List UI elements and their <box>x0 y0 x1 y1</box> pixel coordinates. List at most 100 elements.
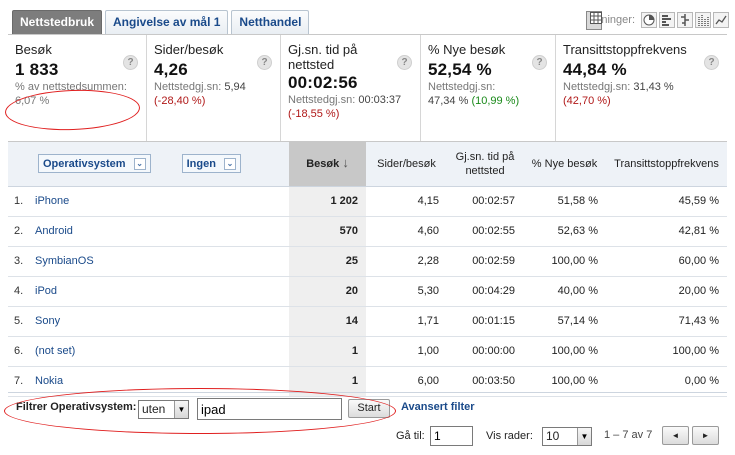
row-os-name[interactable]: (not set) <box>35 336 290 367</box>
col-header-nye-besok[interactable]: % Nye besøk <box>523 142 607 187</box>
cell-sider-besok: 4,60 <box>366 216 448 247</box>
tab-angivelse-av-mal[interactable]: Angivelse av mål 1 <box>105 10 229 34</box>
cell-sider-besok: 1,00 <box>366 336 448 367</box>
dropdown-arrow-icon: ▼ <box>174 401 188 418</box>
row-os-name[interactable]: iPod <box>35 276 290 307</box>
help-icon[interactable]: ? <box>257 55 272 70</box>
row-index: 2. <box>8 216 35 247</box>
col-header-besok[interactable]: Besøk ↓ <box>289 142 367 187</box>
cell-nye-besok: 40,00 % <box>523 276 607 307</box>
metric-value: 52,54 % <box>428 60 492 79</box>
dimension-secondary-select[interactable]: Ingen ⌄ <box>181 154 241 174</box>
row-os-name[interactable]: SymbianOS <box>35 246 290 277</box>
filter-mode-select[interactable]: uten ▼ <box>138 400 189 419</box>
compare-icon[interactable] <box>677 12 693 28</box>
cell-sider-besok: 5,30 <box>366 276 448 307</box>
metric-name: % Nye besøk <box>428 42 506 57</box>
advanced-filter-link[interactable]: Avansert filter <box>401 401 475 413</box>
col-header-transittstoppfrekvens[interactable]: Transittstoppfrekvens <box>606 142 728 187</box>
goto-input[interactable] <box>430 426 473 446</box>
cell-besok: 25 <box>289 246 367 277</box>
dropdown-arrow-icon: ▼ <box>577 428 591 445</box>
metric-sider-besok: Sider/besøk 4,26 Nettstedgj.sn: 5,94 (-2… <box>147 35 281 141</box>
table-icon[interactable] <box>586 10 603 30</box>
table-header: Operativsystem ⌄ Ingen ⌄ Besøk ↓ Sider/bes… <box>8 142 728 187</box>
metric-site-average: Nettstedgj.sn: 31,43 % <box>563 81 674 93</box>
row-os-name[interactable]: Sony <box>35 306 290 337</box>
cell-tid-pa-nettsted: 00:01:15 <box>447 306 524 337</box>
table-row: 1. iPhone 1 202 4,15 00:02:57 51,58 % 45,59 % <box>8 186 728 217</box>
help-icon[interactable]: ? <box>532 55 547 70</box>
row-index: 6. <box>8 336 35 367</box>
chevron-down-icon: ⌄ <box>223 157 236 170</box>
cell-nye-besok: 100,00 % <box>523 336 607 367</box>
cell-besok: 20 <box>289 276 367 307</box>
cell-tid-pa-nettsted: 00:02:57 <box>447 186 524 217</box>
prev-page-button[interactable]: ◄ <box>662 426 689 445</box>
cell-tid-pa-nettsted: 00:00:00 <box>447 336 524 367</box>
pivot-icon[interactable] <box>695 12 711 28</box>
metric-site-average: Nettstedgj.sn: 00:03:37 <box>288 94 402 106</box>
next-page-button[interactable]: ► <box>692 426 719 445</box>
metric-name: Transittstoppfrekvens <box>563 42 687 57</box>
views-selector: Visninger: <box>586 10 729 30</box>
goto-label: Gå til: <box>396 430 425 442</box>
tab-netthandel[interactable]: Netthandel <box>231 10 310 34</box>
col-header-sider-besok[interactable]: Sider/besøk <box>366 142 448 187</box>
cell-transittstoppfrekvens: 60,00 % <box>606 246 728 277</box>
filter-label: Filtrer Operativsystem: <box>16 401 137 413</box>
help-icon[interactable]: ? <box>123 55 138 70</box>
row-os-name[interactable]: iPhone <box>35 186 290 217</box>
metric-value: 4,26 <box>154 60 188 79</box>
dimension-header: Operativsystem ⌄ Ingen ⌄ <box>8 142 290 187</box>
metric-value: 1 833 <box>15 60 59 79</box>
metric-change: (-28,40 %) <box>154 95 206 107</box>
rows-per-page-select[interactable]: 10 ▼ <box>542 427 592 446</box>
row-index: 1. <box>8 186 35 217</box>
metric-value: 00:02:56 <box>288 73 358 92</box>
col-header-tid-pa-nettsted[interactable]: Gj.sn. tid på nettsted <box>447 142 524 187</box>
data-table: Operativsystem ⌄ Ingen ⌄ Besøk ↓ Sider/bes… <box>8 142 728 397</box>
cell-sider-besok: 2,28 <box>366 246 448 277</box>
table-row: 5. Sony 14 1,71 00:01:15 57,14 % 71,43 % <box>8 306 728 337</box>
chevron-down-icon: ⌄ <box>133 157 146 170</box>
pie-icon[interactable] <box>641 12 657 28</box>
metric-share-label: % av nettstedsummen: <box>15 81 127 93</box>
cell-nye-besok: 100,00 % <box>523 246 607 277</box>
row-os-name[interactable]: Android <box>35 216 290 247</box>
metric-tid-pa-nettsted: Gj.sn. tid på nettsted 00:02:56 Nettsted… <box>281 35 421 141</box>
cell-sider-besok: 4,15 <box>366 186 448 217</box>
metric-besok: Besøk 1 833 % av nettstedsummen: 6,07 % … <box>8 35 147 141</box>
cell-besok: 1 202 <box>289 186 367 217</box>
sort-desc-icon: ↓ <box>342 155 349 171</box>
metric-site-average: Nettstedgj.sn: <box>428 81 496 93</box>
cell-transittstoppfrekvens: 42,81 % <box>606 216 728 247</box>
table-body: 1. iPhone 1 202 4,15 00:02:57 51,58 % 45,59 % 2… <box>8 186 728 397</box>
metric-nye-besok: % Nye besøk 52,54 % Nettstedgj.sn: 47,34… <box>421 35 556 141</box>
help-icon[interactable]: ? <box>397 55 412 70</box>
rows-label: Vis rader: <box>486 430 533 442</box>
metric-share-value: 6,07 % <box>15 95 50 107</box>
cell-besok: 1 <box>289 336 367 367</box>
cell-sider-besok: 1,71 <box>366 306 448 337</box>
cell-transittstoppfrekvens: 45,59 % <box>606 186 728 217</box>
bar-icon[interactable] <box>659 12 675 28</box>
cell-transittstoppfrekvens: 20,00 % <box>606 276 728 307</box>
filter-start-button[interactable]: Start <box>348 399 390 418</box>
help-icon[interactable]: ? <box>704 55 719 70</box>
metric-site-average: Nettstedgj.sn: 5,94 <box>154 81 246 93</box>
table-row: 3. SymbianOS 25 2,28 00:02:59 100,00 % 60,00 % <box>8 246 728 277</box>
tab-nettstedbruk[interactable]: Nettstedbruk <box>12 10 103 34</box>
filter-input[interactable] <box>197 398 342 420</box>
cell-tid-pa-nettsted: 00:02:59 <box>447 246 524 277</box>
cell-nye-besok: 51,58 % <box>523 186 607 217</box>
cell-nye-besok: 57,14 % <box>523 306 607 337</box>
metric-name: Gj.sn. tid på nettsted <box>288 42 358 72</box>
dimension-primary-select[interactable]: Operativsystem ⌄ <box>38 154 151 174</box>
trend-icon[interactable] <box>713 12 729 28</box>
cell-tid-pa-nettsted: 00:02:55 <box>447 216 524 247</box>
cell-nye-besok: 52,63 % <box>523 216 607 247</box>
cell-transittstoppfrekvens: 71,43 % <box>606 306 728 337</box>
metric-value: 44,84 % <box>563 60 627 79</box>
report-tabs: Nettstedbruk Angivelse av mål 1 Netthand… <box>12 10 310 34</box>
